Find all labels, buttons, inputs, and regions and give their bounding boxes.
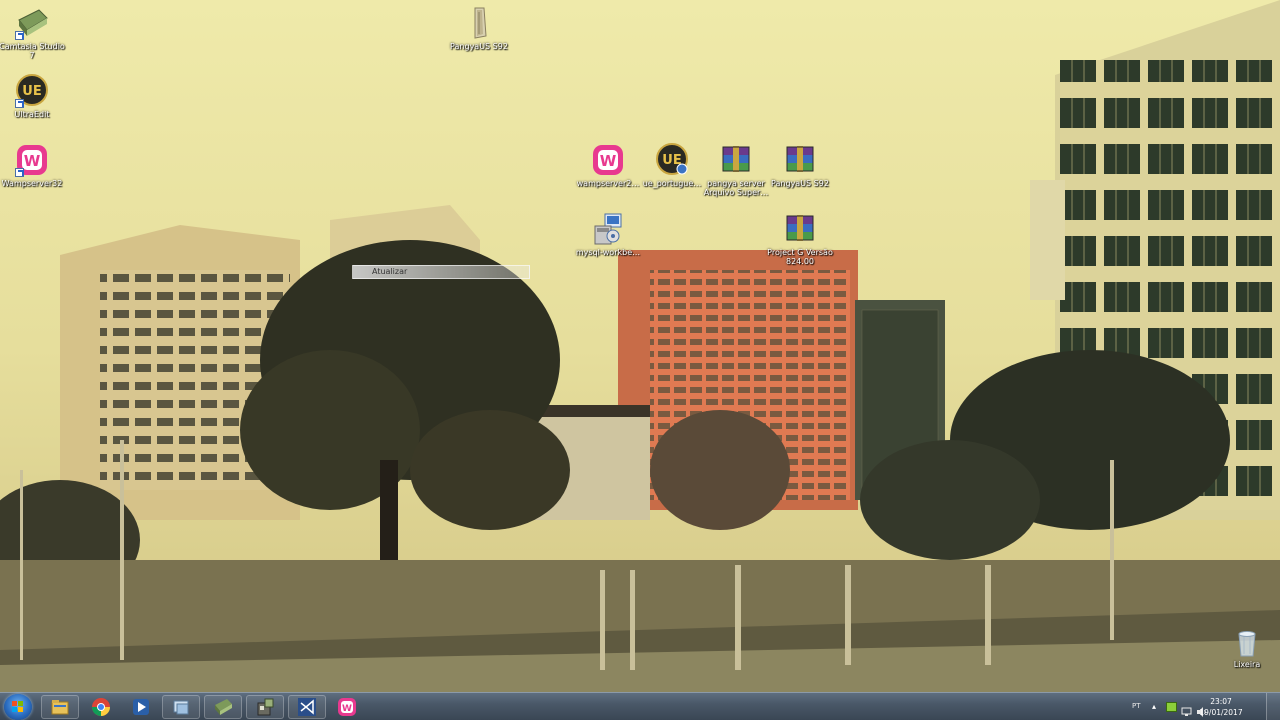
desktop-icon-wampserver-installer[interactable]: W wampserver2… bbox=[575, 143, 641, 188]
desktop-icon-label: pangya server Arquivo Super… bbox=[703, 179, 769, 197]
desktop-icon-label: Lixeira bbox=[1233, 660, 1261, 669]
taskbar: W PT ▴ 23:07 19/01/2017 bbox=[0, 692, 1280, 720]
show-desktop-button[interactable] bbox=[1266, 693, 1280, 720]
desktop-icon-label: Project G Versão 824.00 bbox=[767, 248, 833, 266]
desktop-icon-mysql-workbench[interactable]: mysql-workbe… bbox=[575, 212, 641, 257]
desktop-icon-ultraedit[interactable]: UE UltraEdit bbox=[0, 74, 65, 119]
desktop-icon-camtasia[interactable]: Camtasia Studio 7 bbox=[0, 6, 65, 60]
wampserver-icon: W bbox=[591, 143, 625, 177]
show-hidden-icons-icon[interactable]: ▴ bbox=[1152, 702, 1163, 712]
svg-text:W: W bbox=[600, 152, 617, 170]
shortcut-arrow-icon bbox=[15, 31, 24, 40]
svg-text:UE: UE bbox=[22, 84, 41, 99]
taskbar-visual-studio-button[interactable] bbox=[288, 695, 326, 719]
wallpaper bbox=[0, 0, 1280, 692]
media-player-icon bbox=[131, 697, 151, 717]
winrar-archive-icon bbox=[783, 212, 817, 246]
taskbar-explorer-button[interactable] bbox=[41, 695, 79, 719]
app-tray-icon[interactable] bbox=[1166, 702, 1177, 712]
folder-icon bbox=[50, 697, 70, 717]
desktop-icon-label: mysql-workbe… bbox=[575, 248, 641, 257]
wampserver-icon: W bbox=[337, 697, 357, 717]
desktop-icon-label: ue_portugue… bbox=[642, 179, 702, 188]
context-menu-item-refresh[interactable]: Atualizar bbox=[352, 265, 530, 279]
winrar-archive-icon bbox=[783, 143, 817, 177]
language-indicator[interactable]: PT bbox=[1132, 702, 1141, 710]
taskbar-window-switcher-button[interactable] bbox=[162, 695, 200, 719]
network-icon[interactable] bbox=[1181, 702, 1192, 716]
desktop-icon-label: wampserver2… bbox=[576, 179, 640, 188]
desktop-icon-wampserver[interactable]: W Wampserver32 bbox=[0, 143, 65, 188]
svg-text:W: W bbox=[24, 152, 41, 170]
chrome-icon bbox=[91, 697, 111, 717]
desktop-icon-pangya-server-rar[interactable]: pangya server Arquivo Super… bbox=[703, 143, 769, 197]
ultraedit-installer-icon: UE bbox=[655, 143, 689, 177]
clock-time: 23:07 bbox=[1210, 697, 1232, 706]
folder-icon bbox=[462, 6, 496, 40]
system-tray: PT ▴ 23:07 19/01/2017 bbox=[1120, 693, 1280, 720]
winrar-archive-icon bbox=[719, 143, 753, 177]
desktop-icon-project-rar[interactable]: Project G Versão 824.00 bbox=[767, 212, 833, 266]
taskbar-wampserver-button[interactable]: W bbox=[328, 695, 366, 719]
svg-text:W: W bbox=[342, 704, 352, 714]
desktop-icon-pangya-folder[interactable]: PangyaUS S92 bbox=[446, 6, 512, 51]
start-button[interactable] bbox=[4, 694, 32, 720]
taskbar-utility-button[interactable] bbox=[246, 695, 284, 719]
utility-icon bbox=[255, 697, 275, 717]
clock[interactable]: 23:07 19/01/2017 bbox=[1196, 696, 1246, 718]
shortcut-arrow-icon bbox=[15, 99, 24, 108]
wampserver-icon: W bbox=[15, 143, 49, 177]
desktop-icon-ue-portugues[interactable]: UE ue_portugue… bbox=[639, 143, 705, 188]
visual-studio-icon bbox=[297, 697, 317, 717]
camtasia-icon bbox=[15, 6, 49, 40]
desktop-icon-label: PangyaUS S92 bbox=[771, 179, 829, 188]
taskbar-chrome-button[interactable] bbox=[82, 695, 120, 719]
desktop-icon-label: Camtasia Studio 7 bbox=[0, 42, 65, 60]
ultraedit-icon: UE bbox=[15, 74, 49, 108]
taskbar-camtasia-button[interactable] bbox=[204, 695, 242, 719]
desktop[interactable]: Camtasia Studio 7 UE UltraEdit W Wampser… bbox=[0, 0, 1280, 692]
installer-icon bbox=[591, 212, 625, 246]
taskbar-media-player-button[interactable] bbox=[122, 695, 160, 719]
recycle-bin-icon bbox=[1230, 628, 1264, 658]
desktop-icon-label: Wampserver32 bbox=[1, 179, 63, 188]
desktop-icon-pangya-rar[interactable]: PangyaUS S92 bbox=[767, 143, 833, 188]
clock-date: 19/01/2017 bbox=[1199, 708, 1243, 717]
desktop-icon-label: UltraEdit bbox=[14, 110, 50, 119]
camtasia-icon bbox=[213, 697, 233, 717]
windows-logo-icon bbox=[12, 701, 23, 712]
shortcut-arrow-icon bbox=[15, 168, 24, 177]
desktop-icon-label: PangyaUS S92 bbox=[450, 42, 508, 51]
window-switcher-icon bbox=[171, 697, 191, 717]
desktop-icon-recycle-bin[interactable]: Lixeira bbox=[1214, 628, 1280, 669]
